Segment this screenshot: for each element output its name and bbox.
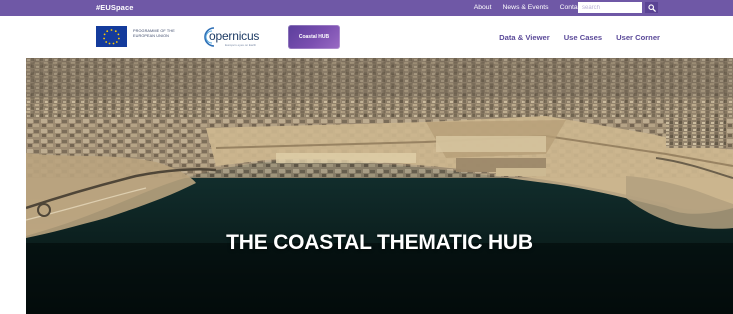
copernicus-wordmark: opernicus [209, 29, 260, 43]
main-nav: Data & Viewer Use Cases User Corner [499, 33, 660, 42]
search-button[interactable] [645, 2, 658, 13]
copernicus-tagline: Europe's eyes on Earth [225, 43, 257, 47]
eu-programme-text: PROGRAMME OF THE EUROPEAN UNION [133, 29, 193, 39]
coastal-hub-badge[interactable]: Coastal HUB [288, 25, 340, 49]
copernicus-logo[interactable]: opernicus Europe's eyes on Earth [198, 23, 268, 51]
eu-stars-icon [103, 29, 120, 45]
search-icon [647, 3, 656, 12]
nav-data-viewer[interactable]: Data & Viewer [499, 33, 550, 42]
eu-space-hashtag[interactable]: #EUSpace [96, 3, 134, 12]
hero-aerial-image [26, 58, 733, 314]
top-link-news-events[interactable]: News & Events [502, 4, 548, 11]
top-links: About News & Events Contact [474, 4, 583, 11]
hero-banner: THE COASTAL THEMATIC HUB [26, 58, 733, 314]
eu-flag-logo[interactable] [96, 26, 127, 47]
nav-user-corner[interactable]: User Corner [616, 33, 660, 42]
eu-programme-line2: EUROPEAN UNION [133, 34, 169, 38]
top-bar: #EUSpace About News & Events Contact [0, 0, 733, 16]
nav-use-cases[interactable]: Use Cases [564, 33, 602, 42]
search-input[interactable] [578, 2, 642, 13]
site-header: PROGRAMME OF THE EUROPEAN UNION opernicu… [0, 16, 733, 58]
top-link-about[interactable]: About [474, 4, 492, 11]
hero-title: THE COASTAL THEMATIC HUB [226, 231, 533, 254]
